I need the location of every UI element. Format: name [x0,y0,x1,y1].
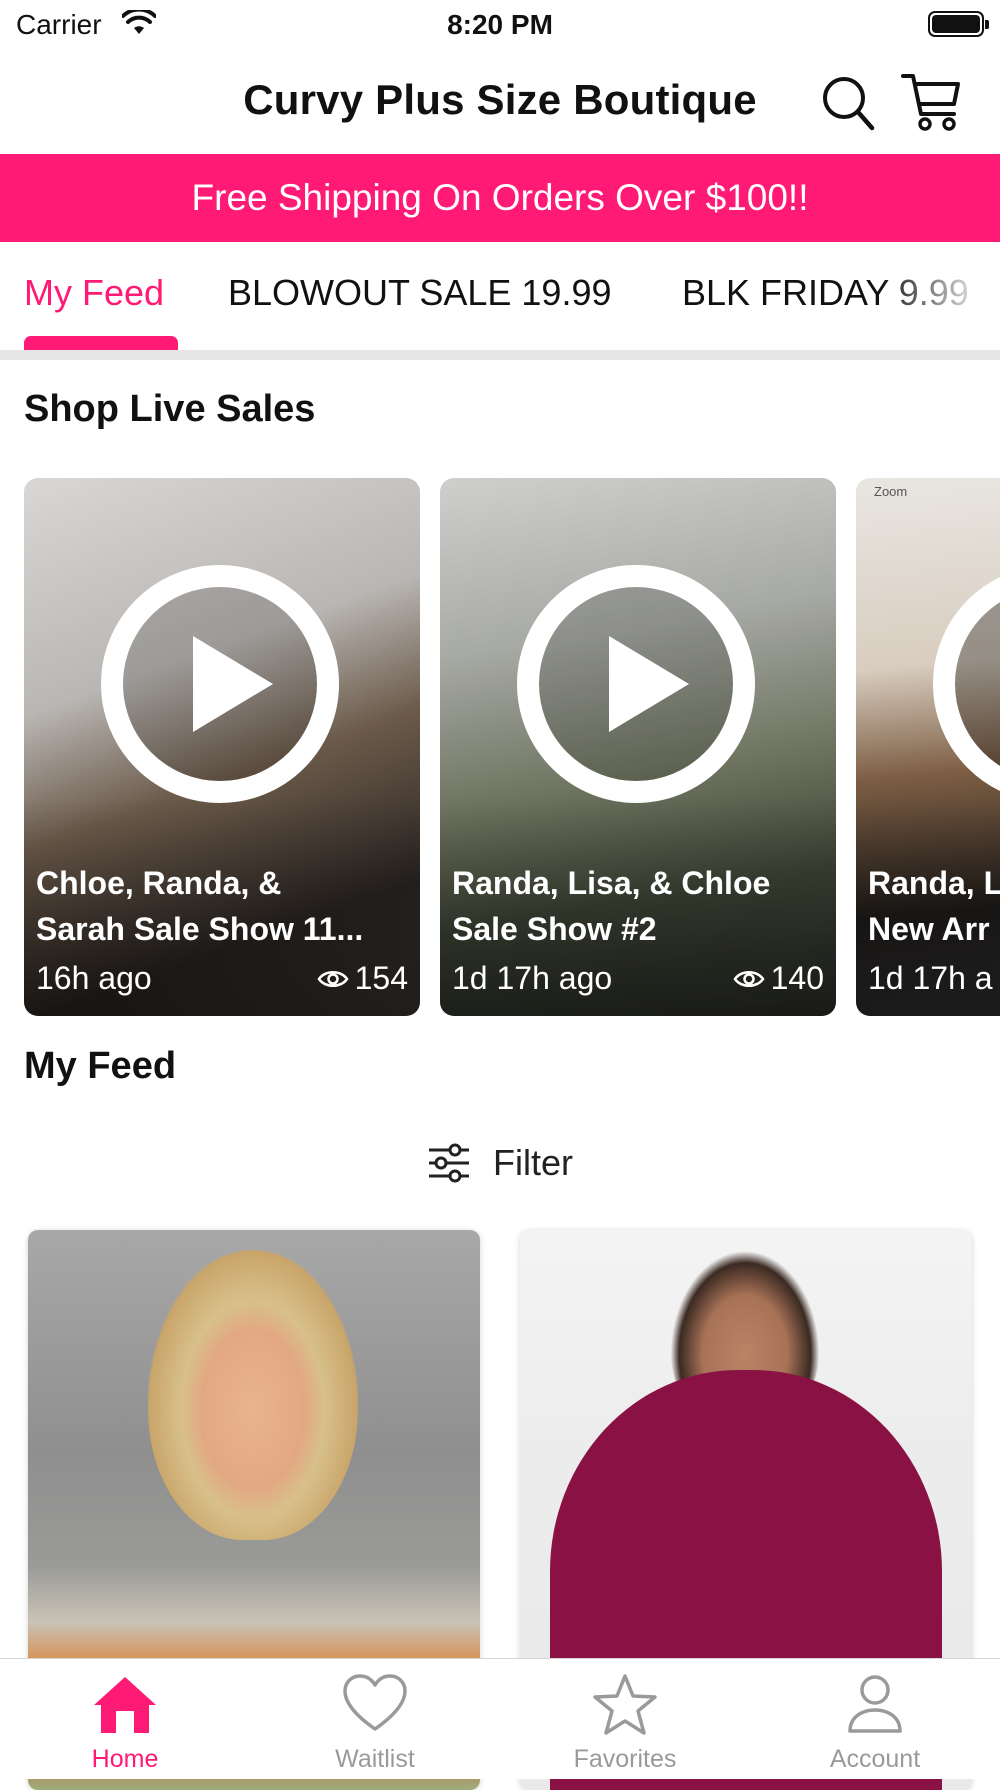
star-icon [593,1674,657,1735]
tab-blowout-sale[interactable]: BLOWOUT SALE 19.99 [228,272,612,314]
heart-icon [343,1674,407,1731]
category-tabs: My Feed BLOWOUT SALE 19.99 BLK FRIDAY 9.… [0,242,1000,350]
tab-label: Home [91,1745,159,1773]
filter-icon [429,1143,469,1183]
promo-banner[interactable]: Free Shipping On Orders Over $100!! [0,154,1000,242]
live-sale-time: 16h ago [36,960,152,996]
status-bar: Carrier 8:20 PM [0,0,1000,50]
divider [0,350,1000,360]
product-image [148,1250,358,1540]
live-sale-title: Randa, L [868,865,1000,901]
live-sales-heading: Shop Live Sales [24,388,316,430]
zoom-watermark: Zoom [874,484,908,499]
play-icon[interactable] [100,564,340,804]
filter-button[interactable]: Filter [0,1138,1000,1188]
live-sale-title: Sale Show #2 [452,911,657,947]
live-sale-title: Sarah Sale Show 11... [36,911,364,947]
cart-icon[interactable] [900,70,964,134]
live-sale-card[interactable]: Chloe, Randa, & Sarah Sale Show 11... 16… [24,478,420,1016]
search-icon[interactable] [820,72,876,134]
tab-waitlist[interactable]: Waitlist [250,1659,500,1779]
tab-my-feed[interactable]: My Feed [24,272,164,314]
battery-icon [928,11,989,37]
filter-label: Filter [493,1142,573,1183]
live-sale-card[interactable]: Zoom Randa, L New Arr 1d 17h a [856,478,1000,1016]
live-sale-time: 1d 17h ago [452,960,613,996]
tabs-fade [880,242,1000,342]
tab-account[interactable]: Account [750,1659,1000,1779]
view-count: 140 [733,960,824,997]
feed-heading: My Feed [24,1045,177,1087]
home-icon [94,1677,156,1733]
view-count-value: 154 [354,960,408,996]
clock: 8:20 PM [447,9,553,40]
tab-label: Waitlist [335,1745,415,1773]
live-sale-title: Chloe, Randa, & [36,865,282,901]
live-sale-title: New Arr [868,911,990,947]
tab-label: Favorites [573,1745,677,1773]
view-count: 154 [317,960,408,997]
live-sale-time: 1d 17h a [868,960,993,996]
bottom-tab-bar: Home Waitlist Favorites Account [0,1658,1000,1779]
play-icon[interactable] [516,564,756,804]
eye-icon [733,970,765,987]
active-tab-indicator [24,336,178,350]
tab-home[interactable]: Home [0,1659,250,1779]
live-sale-title: Randa, Lisa, & Chloe [452,865,771,901]
play-icon[interactable] [932,564,1000,804]
live-sale-card[interactable]: Randa, Lisa, & Chloe Sale Show #2 1d 17h… [440,478,836,1016]
app-header: Curvy Plus Size Boutique [0,50,1000,154]
view-count-value: 140 [770,960,824,996]
tab-favorites[interactable]: Favorites [500,1659,750,1779]
person-icon [848,1675,902,1733]
eye-icon [317,970,349,987]
tab-label: Account [829,1745,921,1773]
